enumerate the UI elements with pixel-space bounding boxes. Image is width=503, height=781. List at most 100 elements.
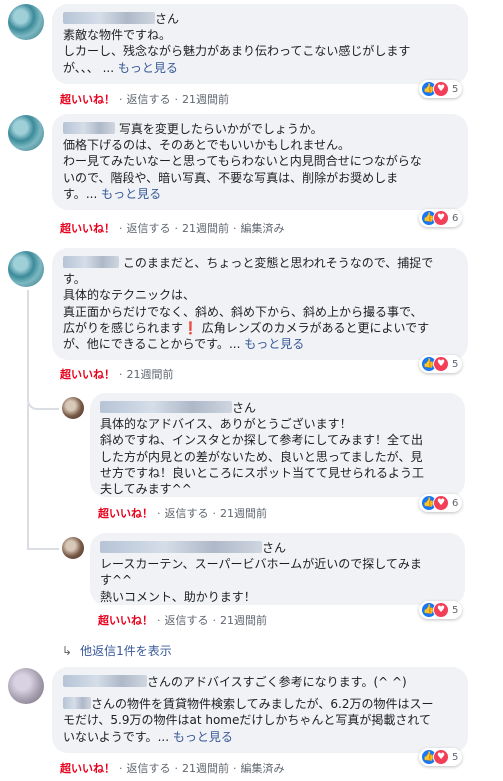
reply-text: 斜めですね、インスタとか探して参考にしてみます！全て出 bbox=[100, 433, 424, 448]
reaction-count: 6 bbox=[452, 497, 459, 509]
comment-actions: 超いいね！ · 返信する · 21週間前 · 編集済み bbox=[60, 220, 285, 236]
comment-text: モだけ、5.9万の物件はat homeだけしかちゃんと写真が掲載されて bbox=[63, 713, 432, 728]
separator: · bbox=[119, 222, 123, 235]
love-reaction-icon: ♥ bbox=[433, 495, 449, 511]
comment-actions: 超いいね！ · 返信する · 21週間前 bbox=[60, 91, 229, 107]
name-suffix: さん bbox=[232, 401, 257, 415]
commenter-name[interactable] bbox=[63, 256, 119, 268]
commenter-name[interactable] bbox=[63, 122, 115, 134]
reply-actions: 超いいね！ · 返信する · 21週間前 bbox=[98, 505, 267, 521]
timestamp[interactable]: 21週間前 bbox=[182, 762, 229, 775]
comment-bubble: さんのアドバイスすごく参考になります。(^ ^) さんの物件を賃貸物件検索してみ… bbox=[52, 667, 468, 753]
love-reaction-icon: ♥ bbox=[433, 210, 449, 226]
reaction-button[interactable]: 超いいね！ bbox=[60, 93, 115, 106]
reaction-count: 6 bbox=[452, 212, 459, 224]
separator: · bbox=[233, 762, 237, 775]
comment-actions: 超いいね！ · 21週間前 bbox=[60, 366, 174, 382]
view-more-replies-link[interactable]: ↳ 他返信1件を表示 bbox=[62, 642, 172, 659]
timestamp[interactable]: 21週間前 bbox=[220, 507, 267, 520]
reply-bubble: さん 具体的なアドバイス、ありがとうございます！ 斜めですね、インスタとか探して… bbox=[90, 393, 465, 497]
love-reaction-icon: ♥ bbox=[433, 356, 449, 372]
reply-text: せ方ですね！良いところにスポット当てて見せられるよう工 bbox=[100, 465, 425, 480]
reaction-count: 5 bbox=[452, 604, 459, 616]
commenter-name[interactable] bbox=[100, 541, 262, 553]
avatar[interactable] bbox=[8, 4, 44, 40]
reaction-summary[interactable]: 👍 ♥ 5 bbox=[419, 748, 463, 766]
thread-line bbox=[27, 290, 59, 410]
commenter-name[interactable] bbox=[100, 401, 232, 413]
reaction-button[interactable]: 超いいね！ bbox=[98, 614, 153, 627]
name-suffix: さん bbox=[262, 541, 287, 555]
reaction-button[interactable]: 超いいね！ bbox=[60, 222, 115, 235]
separator: · bbox=[119, 762, 123, 775]
reaction-count: 5 bbox=[452, 751, 459, 763]
comment-bubble: 写真を変更したらいかがでしょうか。 価格下げるのは、そのあとでもいいかもしれませ… bbox=[52, 114, 468, 210]
see-more-link[interactable]: もっと見る bbox=[244, 337, 304, 351]
reaction-summary[interactable]: 👍 ♥ 6 bbox=[419, 494, 463, 512]
see-more-link[interactable]: もっと見る bbox=[118, 61, 178, 75]
reaction-summary[interactable]: 👍 ♥ 5 bbox=[419, 80, 463, 98]
comment-text: さんの物件を賃貸物件検索してみましたが、6.2万の物件はスー bbox=[91, 697, 434, 712]
ellipsis: ... bbox=[102, 60, 115, 75]
reaction-button[interactable]: 超いいね！ bbox=[98, 507, 153, 520]
reaction-button[interactable]: 超いいね！ bbox=[60, 762, 115, 775]
avatar[interactable] bbox=[8, 251, 44, 287]
separator: · bbox=[212, 507, 217, 520]
comment-actions: 超いいね！ · 返信する · 21週間前 · 編集済み bbox=[60, 760, 285, 776]
timestamp[interactable]: 21週間前 bbox=[182, 222, 229, 235]
comment-text: 真正面からだけでなく、斜め、斜め下から、斜め上から撮る事で、 bbox=[63, 304, 423, 319]
separator: · bbox=[157, 614, 161, 627]
comment-text: さんのアドバイスすごく参考になります。(^ ^) bbox=[147, 675, 407, 689]
reaction-button[interactable]: 超いいね！ bbox=[60, 368, 115, 381]
comment-text: 写真を変更したらいかがでしょうか。 bbox=[118, 122, 323, 136]
reply-button[interactable]: 返信する bbox=[127, 222, 171, 235]
comment-text: 素敵な物件ですね。 bbox=[63, 28, 172, 43]
avatar[interactable] bbox=[62, 537, 84, 559]
commenter-name[interactable] bbox=[63, 12, 155, 24]
avatar[interactable] bbox=[8, 668, 44, 704]
reply-button[interactable]: 返信する bbox=[165, 507, 209, 520]
name-suffix: さん bbox=[155, 12, 180, 26]
see-more-link[interactable]: もっと見る bbox=[101, 187, 161, 201]
separator: · bbox=[233, 222, 237, 235]
mentioned-name[interactable] bbox=[63, 697, 91, 710]
reaction-summary[interactable]: 👍 ♥ 6 bbox=[419, 209, 463, 227]
reaction-count: 5 bbox=[452, 83, 459, 95]
comment-text: いので、階段や、暗い写真、不要な写真は、削除がお奨めしま bbox=[63, 170, 399, 185]
reply-text: す^^ bbox=[100, 573, 133, 588]
edited-label: 編集済み bbox=[240, 762, 285, 775]
avatar[interactable] bbox=[62, 397, 84, 419]
comment-text: このままだと、ちょっと変態と思われそうなので、捕捉で bbox=[122, 256, 434, 270]
timestamp[interactable]: 21週間前 bbox=[220, 614, 267, 627]
comment-text: が、、、 bbox=[63, 60, 99, 75]
love-reaction-icon: ♥ bbox=[433, 81, 449, 97]
timestamp[interactable]: 21週間前 bbox=[127, 368, 174, 381]
comment-text: わー見てみたいなーと思ってもらわないと内見問合せにつながらな bbox=[63, 154, 422, 169]
comment-text: す。 bbox=[63, 272, 86, 287]
reply-button[interactable]: 返信する bbox=[127, 762, 171, 775]
ellipsis: ... bbox=[228, 337, 241, 352]
ellipsis: ... bbox=[85, 186, 98, 201]
reaction-count: 5 bbox=[452, 358, 459, 370]
comment-text: が、他にできることからです。 bbox=[63, 337, 229, 352]
reaction-summary[interactable]: 👍 ♥ 5 bbox=[419, 601, 463, 619]
reply-text: レースカーテン、スーパービバホームが近いので探してみま bbox=[100, 557, 422, 572]
separator: · bbox=[174, 93, 179, 106]
view-more-replies-label: 他返信1件を表示 bbox=[80, 644, 172, 658]
timestamp[interactable]: 21週間前 bbox=[182, 93, 229, 106]
separator: · bbox=[174, 762, 179, 775]
reaction-summary[interactable]: 👍 ♥ 5 bbox=[419, 355, 463, 373]
separator: · bbox=[212, 614, 217, 627]
comment-text: す。 bbox=[63, 186, 86, 201]
comment-text: 具体的なテクニックは、 bbox=[63, 288, 196, 303]
see-more-link[interactable]: もっと見る bbox=[173, 730, 233, 744]
reply-button[interactable]: 返信する bbox=[127, 93, 171, 106]
comment-text: いないようです。 bbox=[63, 729, 158, 744]
separator: · bbox=[119, 93, 123, 106]
reply-arrow-icon: ↳ bbox=[62, 644, 73, 658]
reply-button[interactable]: 返信する bbox=[165, 614, 209, 627]
avatar[interactable] bbox=[8, 115, 44, 151]
ellipsis: ... bbox=[157, 729, 170, 744]
reply-bubble: さん レースカーテン、スーパービバホームが近いので探してみま す^^ 熱いコメン… bbox=[90, 533, 465, 605]
commenter-name[interactable] bbox=[63, 675, 147, 687]
